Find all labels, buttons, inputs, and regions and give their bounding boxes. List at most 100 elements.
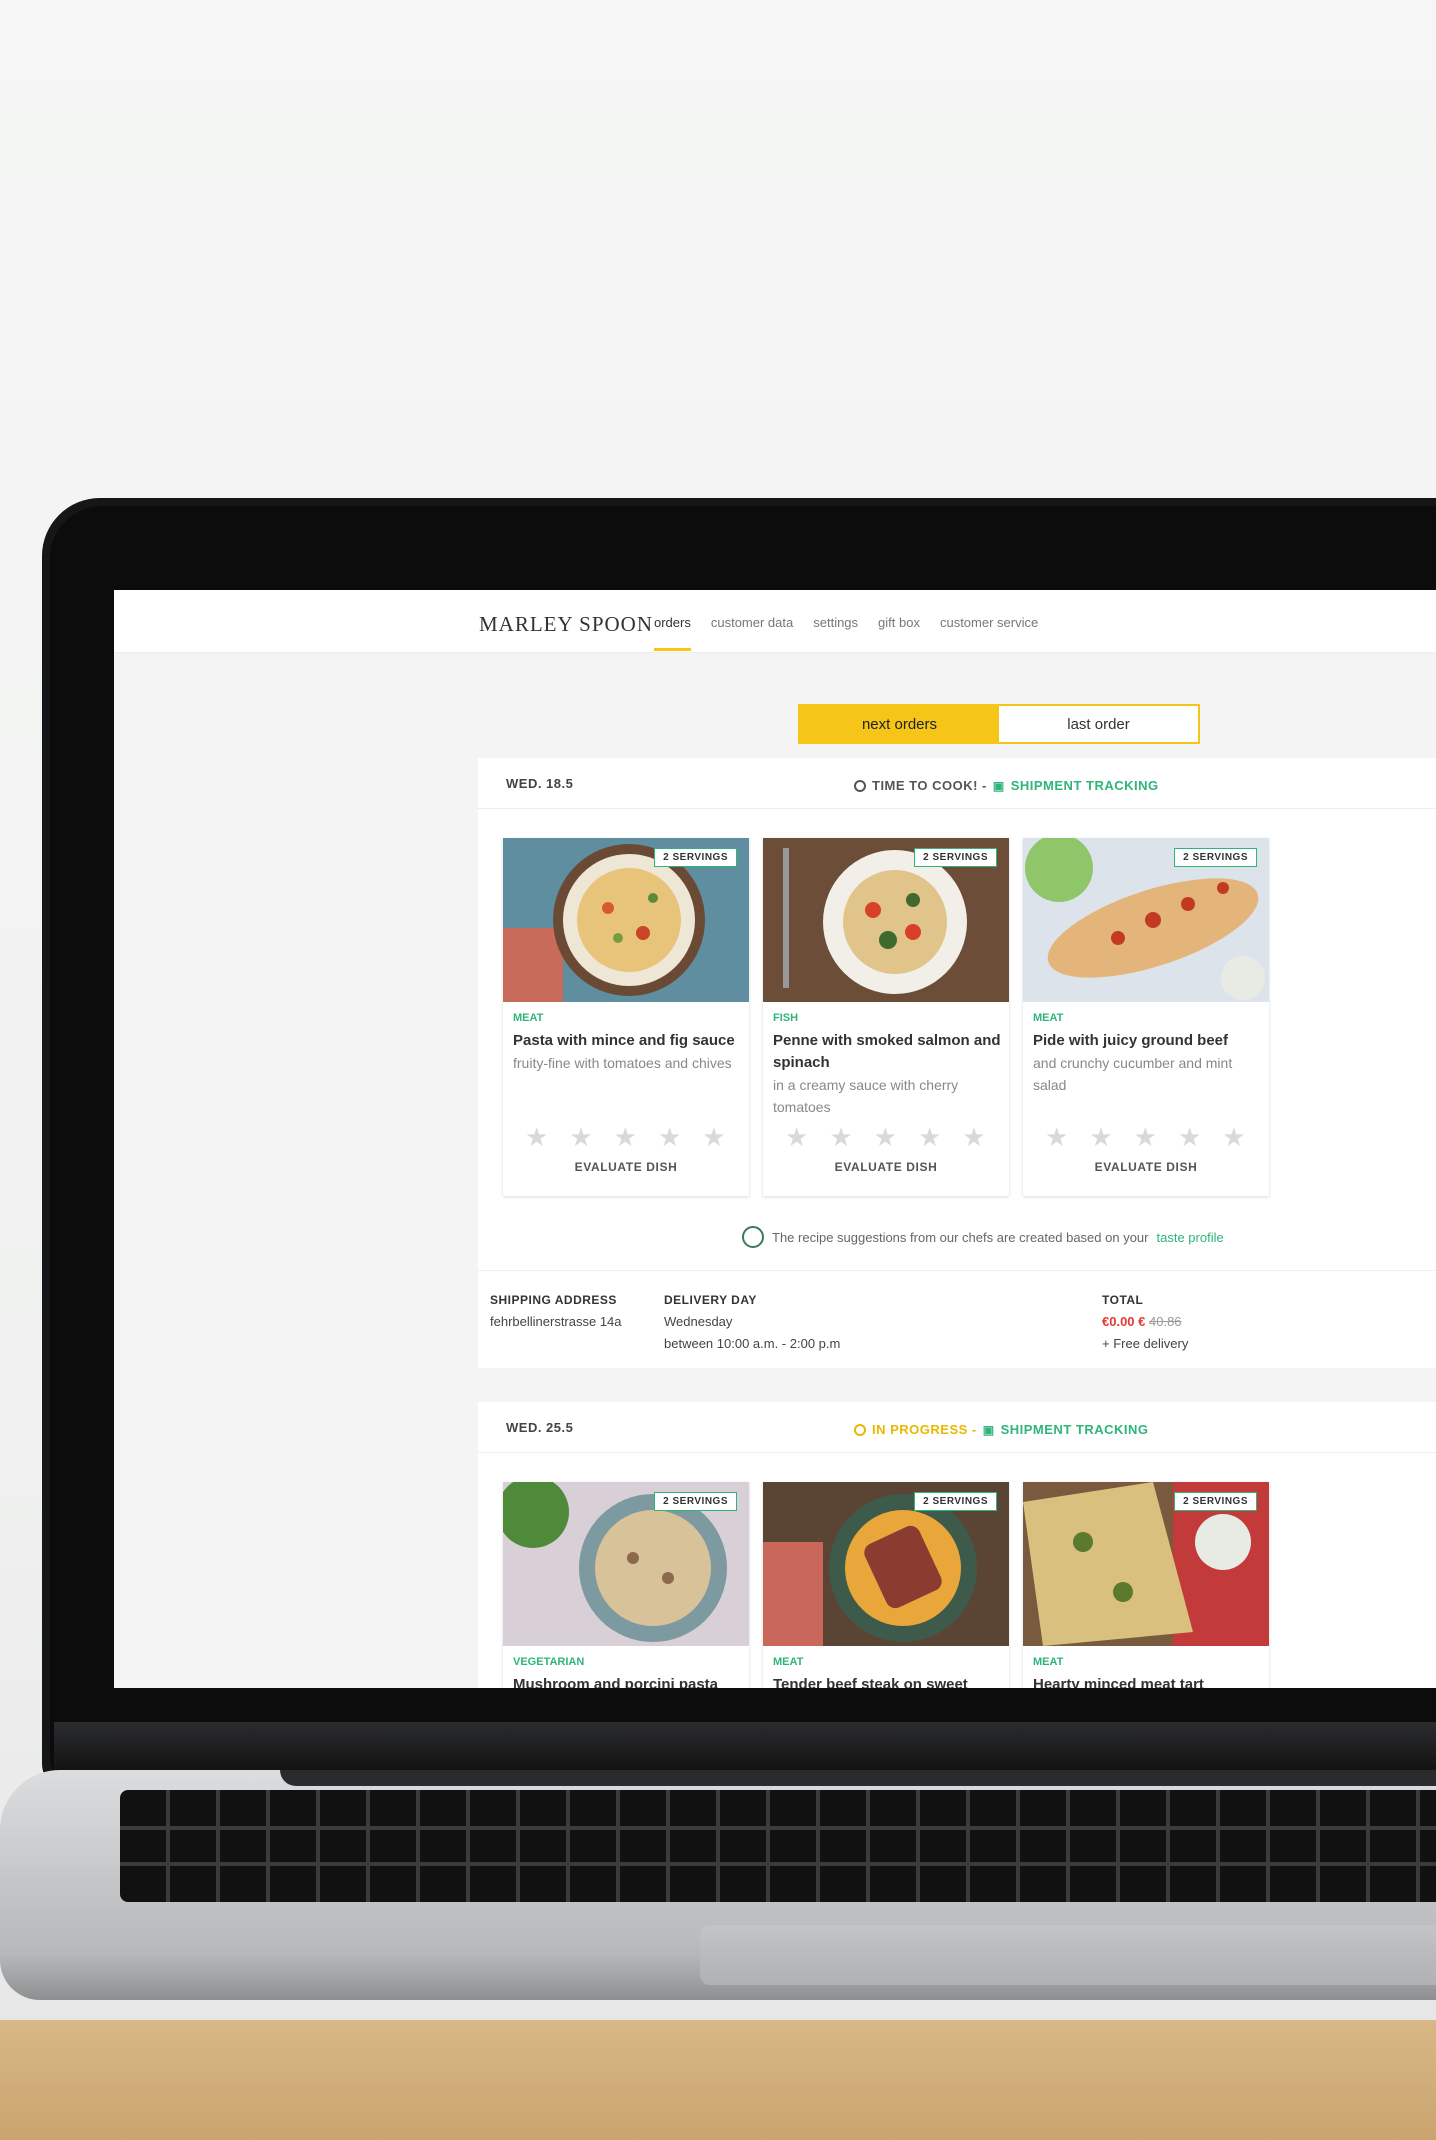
star-icon[interactable]: ★ xyxy=(829,1122,852,1153)
recipe-cards: 2 SERVINGS MEAT Pasta with mince and fig… xyxy=(503,838,1269,1196)
orders-toggle: next orders last order xyxy=(798,704,1200,744)
evaluate-dish-button[interactable]: EVALUATE DISH xyxy=(503,1160,749,1174)
clock-icon xyxy=(854,779,866,792)
progress-icon xyxy=(854,1423,866,1436)
recipe-photo: 2 SERVINGS xyxy=(763,1482,1009,1646)
order-status: TIME TO COOK! - ▣ SHIPMENT TRACKING xyxy=(854,778,1159,793)
servings-badge: 2 SERVINGS xyxy=(1174,1492,1257,1511)
star-icon[interactable]: ★ xyxy=(874,1122,897,1153)
nav-item-customer-data[interactable]: customer data xyxy=(711,615,793,630)
star-icon[interactable]: ★ xyxy=(1089,1122,1112,1153)
recipe-title[interactable]: Pasta with mince and fig sauce xyxy=(513,1030,741,1052)
recipe-card[interactable]: 2 SERVINGS MEAT Pasta with mince and fig… xyxy=(503,838,749,1196)
order-summary: SHIPPING ADDRESS fehrbellinerstrasse 14a… xyxy=(478,1270,1436,1369)
recipe-title[interactable]: Mushroom and porcini pasta xyxy=(513,1674,741,1688)
brand-logo[interactable]: MARLEY SPOON xyxy=(479,612,653,637)
total-label: TOTAL xyxy=(1102,1293,1144,1307)
recipe-title[interactable]: Hearty minced meat tart xyxy=(1033,1674,1261,1688)
recipe-photo: 2 SERVINGS xyxy=(1023,838,1269,1002)
delivery-day: DELIVERY DAY Wednesday between 10:00 a.m… xyxy=(664,1289,840,1355)
star-icon[interactable]: ★ xyxy=(525,1122,548,1153)
delivery-label: DELIVERY DAY xyxy=(664,1293,757,1307)
recipe-category: MEAT xyxy=(1033,1656,1064,1668)
servings-badge: 2 SERVINGS xyxy=(654,848,737,867)
total-price: €0.00 € xyxy=(1102,1314,1146,1329)
nav-menu: orders customer data settings gift box c… xyxy=(654,615,1038,651)
chef-icon xyxy=(742,1226,764,1248)
recipe-card[interactable]: 2 SERVINGS MEAT Tender beef steak on swe… xyxy=(763,1482,1009,1688)
order-date: WED. 25.5 xyxy=(506,1420,574,1435)
recipe-subtitle: in a creamy sauce with cherry tomatoes xyxy=(773,1077,959,1115)
recipe-title[interactable]: Tender beef steak on sweet xyxy=(773,1674,1001,1688)
servings-badge: 2 SERVINGS xyxy=(654,1492,737,1511)
top-navigation: MARLEY SPOON orders customer data settin… xyxy=(114,590,1436,653)
truck-icon: ▣ xyxy=(992,778,1005,793)
star-icon[interactable]: ★ xyxy=(918,1122,941,1153)
rating-stars: ★ ★ ★ ★ ★ xyxy=(785,1122,986,1153)
truck-icon: ▣ xyxy=(982,1422,995,1437)
recipe-card[interactable]: 2 SERVINGS MEAT Hearty minced meat tart xyxy=(1023,1482,1269,1688)
shipment-tracking-link[interactable]: SHIPMENT TRACKING xyxy=(1011,778,1159,793)
servings-badge: 2 SERVINGS xyxy=(1174,848,1257,867)
evaluate-dish-button[interactable]: EVALUATE DISH xyxy=(763,1160,1009,1174)
recipe-category: MEAT xyxy=(1033,1012,1064,1024)
laptop-base xyxy=(0,1770,1436,2000)
shipping-label: SHIPPING ADDRESS xyxy=(490,1293,617,1307)
recipe-title[interactable]: Penne with smoked salmon and spinach xyxy=(773,1030,1001,1074)
recipe-category: VEGETARIAN xyxy=(513,1656,585,1668)
rating-stars: ★ ★ ★ ★ ★ xyxy=(1045,1122,1246,1153)
status-text: IN PROGRESS - xyxy=(872,1422,977,1437)
recipe-photo: 2 SERVINGS xyxy=(503,838,749,1002)
nav-item-customer-service[interactable]: customer service xyxy=(940,615,1038,630)
recipe-title[interactable]: Pide with juicy ground beef xyxy=(1033,1030,1261,1052)
delivery-window: between 10:00 a.m. - 2:00 p.m xyxy=(664,1336,841,1351)
star-icon[interactable]: ★ xyxy=(702,1122,725,1153)
star-icon[interactable]: ★ xyxy=(1222,1122,1245,1153)
delivery-fee: + Free delivery xyxy=(1102,1336,1189,1351)
nav-item-gift-box[interactable]: gift box xyxy=(878,615,920,630)
star-icon[interactable]: ★ xyxy=(1178,1122,1201,1153)
order-header: WED. 18.5 TIME TO COOK! - ▣ SHIPMENT TRA… xyxy=(478,758,1436,809)
order-card: WED. 25.5 IN PROGRESS - ▣ SHIPMENT TRACK… xyxy=(478,1402,1436,1688)
taste-profile-link[interactable]: taste profile xyxy=(1157,1230,1224,1245)
next-orders-tab[interactable]: next orders xyxy=(800,706,999,742)
recipe-card[interactable]: 2 SERVINGS VEGETARIAN Mushroom and porci… xyxy=(503,1482,749,1688)
order-header: WED. 25.5 IN PROGRESS - ▣ SHIPMENT TRACK… xyxy=(478,1402,1436,1453)
star-icon[interactable]: ★ xyxy=(658,1122,681,1153)
star-icon[interactable]: ★ xyxy=(614,1122,637,1153)
recipe-category: FISH xyxy=(773,1012,799,1024)
lid-notch xyxy=(280,1770,1436,1786)
recipe-cards: 2 SERVINGS VEGETARIAN Mushroom and porci… xyxy=(503,1482,1269,1688)
shipment-tracking-link[interactable]: SHIPMENT TRACKING xyxy=(1001,1422,1149,1437)
last-order-tab[interactable]: last order xyxy=(999,706,1198,742)
order-total: TOTAL €0.00 € 40.86 + Free delivery xyxy=(1102,1289,1188,1355)
nav-item-settings[interactable]: settings xyxy=(813,615,858,630)
servings-badge: 2 SERVINGS xyxy=(914,848,997,867)
shipping-address: SHIPPING ADDRESS fehrbellinerstrasse 14a xyxy=(490,1289,622,1333)
evaluate-dish-button[interactable]: EVALUATE DISH xyxy=(1023,1160,1269,1174)
servings-badge: 2 SERVINGS xyxy=(914,1492,997,1511)
laptop-hinge xyxy=(54,1722,1436,1774)
recipe-card[interactable]: 2 SERVINGS FISH Penne with smoked salmon… xyxy=(763,838,1009,1196)
recipe-card[interactable]: 2 SERVINGS MEAT Pide with juicy ground b… xyxy=(1023,838,1269,1196)
recipe-category: MEAT xyxy=(513,1012,544,1024)
recipe-subtitle: fruity-fine with tomatoes and chives xyxy=(513,1055,732,1071)
shipping-value: fehrbellinerstrasse 14a xyxy=(490,1314,622,1329)
desk xyxy=(0,2020,1436,2140)
rating-stars: ★ ★ ★ ★ ★ xyxy=(525,1122,726,1153)
recipe-photo: 2 SERVINGS xyxy=(763,838,1009,1002)
note-text: The recipe suggestions from our chefs ar… xyxy=(772,1229,1149,1245)
star-icon[interactable]: ★ xyxy=(962,1122,985,1153)
laptop-screen: MARLEY SPOON orders customer data settin… xyxy=(114,590,1436,1688)
star-icon[interactable]: ★ xyxy=(569,1122,592,1153)
recipe-category: MEAT xyxy=(773,1656,804,1668)
trackpad xyxy=(700,1925,1436,1985)
keyboard xyxy=(120,1790,1436,1902)
star-icon[interactable]: ★ xyxy=(1045,1122,1068,1153)
recipe-photo: 2 SERVINGS xyxy=(503,1482,749,1646)
old-price: 40.86 xyxy=(1149,1314,1182,1329)
nav-item-orders[interactable]: orders xyxy=(654,615,691,651)
recipe-photo: 2 SERVINGS xyxy=(1023,1482,1269,1646)
star-icon[interactable]: ★ xyxy=(1134,1122,1157,1153)
star-icon[interactable]: ★ xyxy=(785,1122,808,1153)
